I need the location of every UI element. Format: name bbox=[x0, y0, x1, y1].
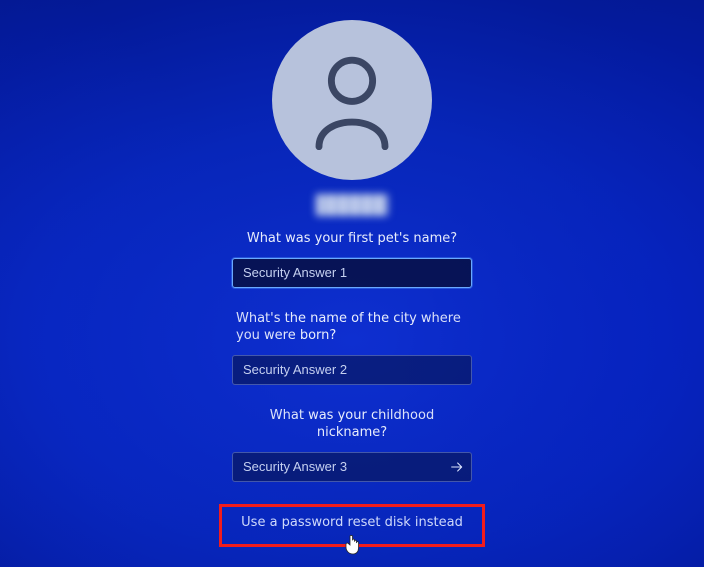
security-questions-form: What was your first pet's name? What's t… bbox=[232, 230, 472, 504]
pointer-cursor-icon bbox=[344, 535, 360, 555]
account-header bbox=[272, 20, 432, 216]
answer-3-input[interactable] bbox=[232, 452, 472, 482]
question-1-label: What was your first pet's name? bbox=[247, 230, 457, 248]
person-icon bbox=[308, 50, 396, 150]
question-2-label: What's the name of the city where you we… bbox=[236, 310, 468, 345]
alt-link-highlight-box: Use a password reset disk instead bbox=[219, 504, 485, 547]
use-reset-disk-link[interactable]: Use a password reset disk instead bbox=[241, 515, 463, 530]
answer-3-row bbox=[232, 452, 472, 482]
username-label bbox=[316, 194, 388, 216]
answer-1-row bbox=[232, 258, 472, 288]
avatar bbox=[272, 20, 432, 180]
question-3-label: What was your childhood nickname? bbox=[237, 407, 467, 442]
answer-1-input[interactable] bbox=[232, 258, 472, 288]
answer-2-input[interactable] bbox=[232, 355, 472, 385]
arrow-right-icon bbox=[449, 459, 465, 475]
answer-2-row bbox=[232, 355, 472, 385]
submit-button[interactable] bbox=[442, 452, 472, 482]
